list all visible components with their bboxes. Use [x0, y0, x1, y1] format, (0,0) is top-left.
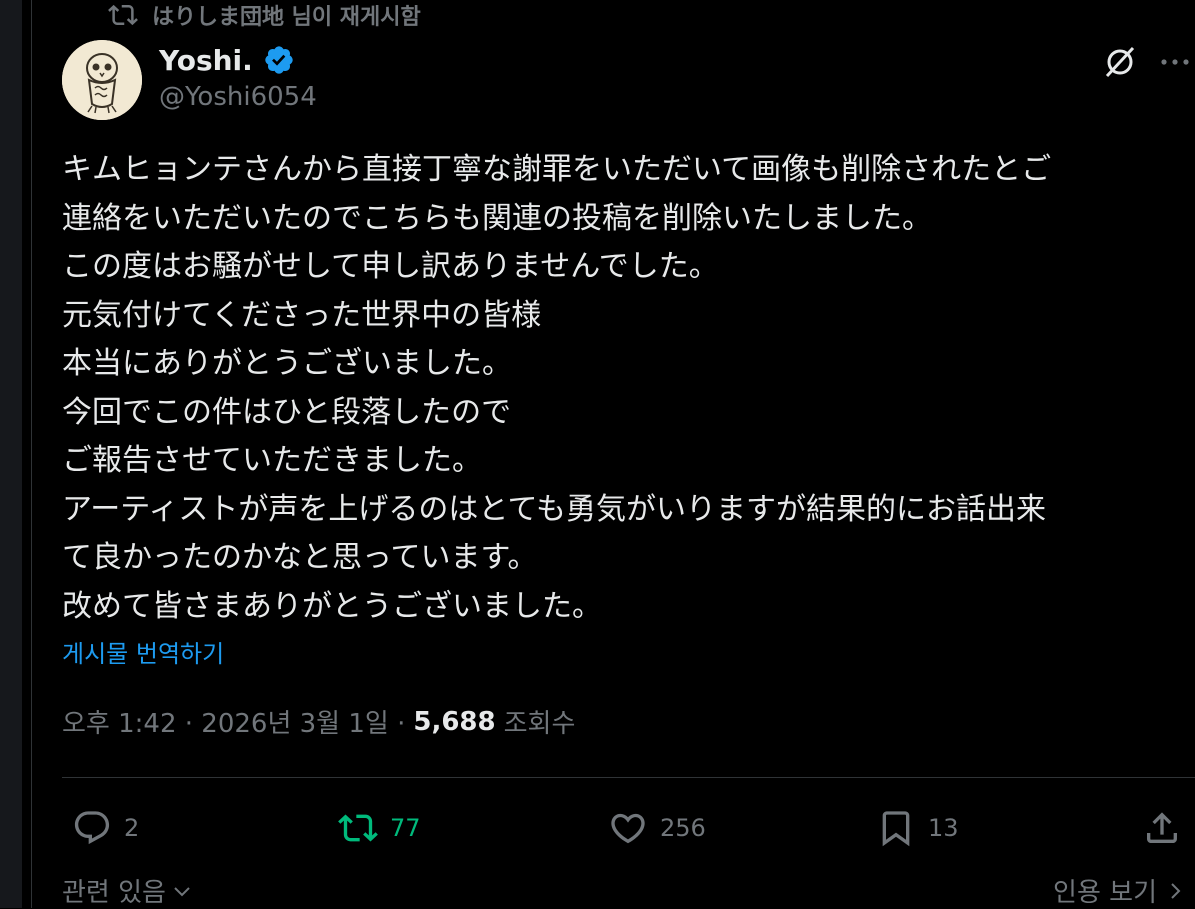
tweet-line: 今回でこの件はひと段落したので — [62, 394, 512, 430]
repost-indicator[interactable]: はりしま団地 님이 재게시함 — [108, 0, 421, 30]
view-quotes-link[interactable]: 인용 보기 — [1053, 872, 1187, 909]
author-handle[interactable]: @Yoshi6054 — [159, 82, 317, 112]
post-timestamp[interactable]: 오후 1:42 · 2026년 3월 1일 · — [62, 703, 405, 740]
tweet-line: 改めて皆さまありがとうございました。 — [62, 588, 602, 624]
bookmark-count: 13 — [928, 814, 959, 842]
author-name-row[interactable]: Yoshi. — [159, 40, 295, 80]
repost-action-icon — [338, 814, 378, 842]
verified-badge-icon[interactable] — [263, 44, 295, 76]
timeline-border — [22, 0, 32, 908]
left-gutter — [0, 0, 22, 908]
tweet-line: 元気付けてくださった世界中の皆様 — [62, 297, 542, 333]
share-icon — [1147, 812, 1177, 843]
related-label: 관련 있음 — [62, 878, 166, 908]
grok-icon[interactable] — [1100, 42, 1140, 82]
repost-text: はりしま団地 님이 재게시함 — [152, 5, 421, 30]
views-count: 5,688 — [413, 706, 496, 737]
chevron-down-icon — [174, 886, 190, 896]
repost-icon — [108, 4, 138, 26]
chevron-right-icon — [1171, 882, 1181, 899]
tweet-line: この度はお騒がせして申し訳ありませんでした。 — [62, 249, 719, 284]
related-dropdown[interactable]: 관련 있음 — [62, 872, 194, 909]
reply-icon — [74, 811, 110, 845]
like-count: 256 — [660, 814, 706, 842]
translate-post-link[interactable]: 게시물 번역하기 — [62, 634, 224, 669]
tweet-line: て良かったのかなと思っています。 — [62, 540, 538, 575]
views-label: 조회수 — [503, 709, 576, 739]
tweet-line: アーティストが声を上げるのはとても勇気がいりますが結果的にお話出来 — [62, 491, 1046, 527]
tweet-line: 連絡をいただいたのでこちらも関連の投稿を削除いたしました。 — [62, 200, 932, 236]
share-button[interactable] — [1142, 806, 1182, 850]
reply-count: 2 — [124, 814, 140, 842]
divider — [62, 777, 1195, 778]
tweet-line: キムヒョンテさんから直接丁寧な謝罪をいただいて画像も削除されたとご — [62, 152, 1052, 187]
repost-count: 77 — [390, 814, 421, 842]
bookmark-icon — [882, 811, 910, 847]
post-meta: 오후 1:42 · 2026년 3월 1일 · 5,688 조회수 — [62, 703, 575, 740]
reply-button[interactable]: 2 — [72, 806, 139, 850]
author-name[interactable]: Yoshi. — [159, 44, 253, 77]
heart-icon — [611, 813, 645, 844]
bookmark-button[interactable]: 13 — [876, 806, 959, 850]
owl-avatar-image — [62, 40, 142, 120]
repost-button[interactable]: 77 — [338, 806, 421, 850]
avatar[interactable] — [62, 40, 142, 120]
view-quotes-label: 인용 보기 — [1053, 878, 1157, 908]
more-icon[interactable] — [1158, 48, 1192, 76]
like-button[interactable]: 256 — [608, 806, 706, 850]
tweet-line: ご報告させていただきました。 — [62, 443, 482, 478]
tweet-line: 本当にありがとうございました。 — [62, 346, 512, 381]
tweet-text: キムヒョンテさんから直接丁寧な謝罪をいただいて画像も削除されたとご 連絡をいただ… — [62, 146, 1195, 631]
